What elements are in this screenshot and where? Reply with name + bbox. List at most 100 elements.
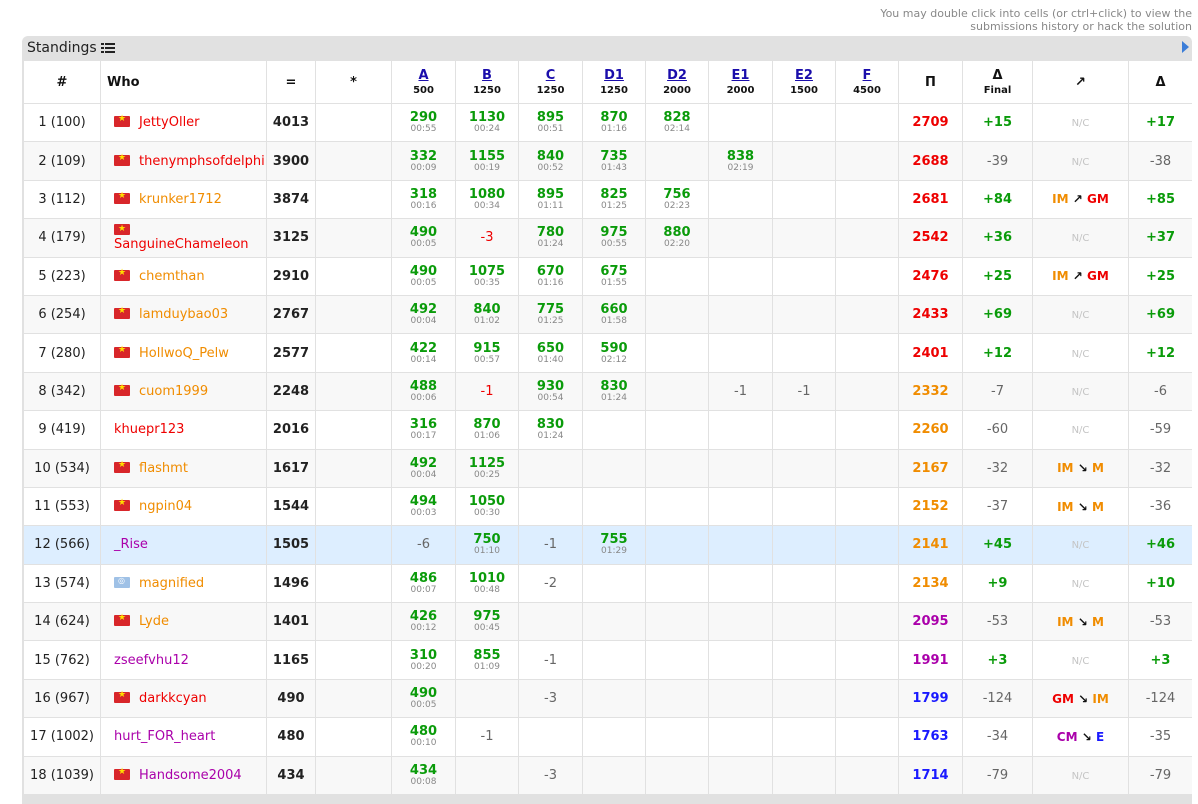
problem-cell[interactable] — [772, 218, 836, 258]
problem-cell[interactable]: 492 00:04 — [391, 294, 456, 335]
problem-cell[interactable] — [708, 486, 773, 527]
problem-cell[interactable]: -1 — [518, 525, 583, 565]
header-problem-f[interactable]: F 4500 — [835, 60, 899, 104]
problem-cell[interactable] — [772, 602, 836, 642]
problem-cell[interactable] — [772, 102, 836, 143]
problem-cell[interactable]: 492 00:04 — [391, 448, 456, 488]
problem-cell[interactable]: 840 00:52 — [518, 141, 583, 181]
hacks-cell[interactable] — [315, 294, 392, 335]
problem-cell[interactable]: 975 00:55 — [582, 218, 646, 258]
hacks-cell[interactable] — [315, 525, 392, 565]
problem-cell[interactable] — [645, 602, 709, 642]
problem-cell[interactable]: 828 02:14 — [645, 102, 709, 143]
hacks-cell[interactable] — [315, 256, 392, 296]
problem-cell[interactable] — [708, 410, 773, 450]
problem-cell[interactable] — [772, 678, 836, 719]
contestant-link[interactable]: Handsome2004 — [139, 768, 242, 783]
problem-cell[interactable] — [645, 410, 709, 450]
problem-cell[interactable]: 1130 00:24 — [455, 102, 519, 143]
problem-cell[interactable] — [582, 448, 646, 488]
problem-cell[interactable] — [772, 179, 836, 220]
problem-cell[interactable] — [518, 717, 583, 757]
problem-cell[interactable]: 1050 00:30 — [455, 486, 519, 527]
hacks-cell[interactable] — [315, 755, 392, 796]
contestant-link[interactable]: zseefvhu12 — [114, 653, 189, 668]
problem-cell[interactable] — [772, 563, 836, 604]
problem-cell[interactable]: 318 00:16 — [391, 179, 456, 220]
contestant-link[interactable]: ngpin04 — [139, 499, 192, 514]
problem-cell[interactable] — [518, 448, 583, 488]
problem-cell[interactable]: 490 00:05 — [391, 218, 456, 258]
problem-cell[interactable]: 755 01:29 — [582, 525, 646, 565]
contestant-link[interactable]: darkkcyan — [139, 691, 207, 706]
problem-cell[interactable] — [708, 678, 773, 719]
problem-cell[interactable]: 915 00:57 — [455, 333, 519, 373]
problem-cell[interactable] — [772, 448, 836, 488]
problem-cell[interactable] — [708, 717, 773, 757]
problem-cell[interactable]: 930 00:54 — [518, 371, 583, 412]
contestant-link[interactable]: thenymphsofdelphi — [139, 154, 265, 169]
problem-cell[interactable] — [645, 525, 709, 565]
problem-cell[interactable]: 825 01:25 — [582, 179, 646, 220]
problem-cell[interactable] — [645, 448, 709, 488]
problem-cell[interactable] — [582, 755, 646, 796]
problem-cell[interactable]: 316 00:17 — [391, 410, 456, 450]
hacks-cell[interactable] — [315, 602, 392, 642]
problem-cell[interactable] — [835, 755, 899, 796]
problem-cell[interactable]: 480 00:10 — [391, 717, 456, 757]
problem-cell[interactable] — [708, 602, 773, 642]
problem-cell[interactable]: 1010 00:48 — [455, 563, 519, 604]
problem-cell[interactable]: 880 02:20 — [645, 218, 709, 258]
problem-cell[interactable] — [772, 141, 836, 181]
problem-cell[interactable]: 650 01:40 — [518, 333, 583, 373]
problem-cell[interactable] — [582, 602, 646, 642]
problem-cell[interactable]: 1075 00:35 — [455, 256, 519, 296]
problem-cell[interactable] — [582, 563, 646, 604]
hacks-cell[interactable] — [315, 179, 392, 220]
problem-cell[interactable] — [645, 294, 709, 335]
contestant-link[interactable]: SanguineChameleon — [114, 237, 249, 252]
problem-cell[interactable] — [835, 141, 899, 181]
hacks-cell[interactable] — [315, 410, 392, 450]
problem-cell[interactable]: 660 01:58 — [582, 294, 646, 335]
problem-cell[interactable]: 490 00:05 — [391, 256, 456, 296]
problem-cell[interactable] — [835, 640, 899, 680]
problem-cell[interactable] — [645, 141, 709, 181]
problem-cell[interactable] — [772, 294, 836, 335]
problem-cell[interactable]: 775 01:25 — [518, 294, 583, 335]
problem-cell[interactable] — [708, 448, 773, 488]
problem-cell[interactable]: 780 01:24 — [518, 218, 583, 258]
contestant-link[interactable]: cuom1999 — [139, 384, 208, 399]
problem-cell[interactable] — [518, 486, 583, 527]
arrow-right-icon[interactable] — [1182, 41, 1189, 53]
contestant-link[interactable]: lamduybao03 — [139, 307, 228, 322]
problem-cell[interactable]: 895 01:11 — [518, 179, 583, 220]
contestant-link[interactable]: HollwoQ_Pelw — [139, 346, 229, 361]
problem-cell[interactable]: 855 01:09 — [455, 640, 519, 680]
contestant-link[interactable]: magnified — [139, 576, 204, 591]
problem-cell[interactable] — [645, 563, 709, 604]
hacks-cell[interactable] — [315, 563, 392, 604]
problem-cell[interactable]: 735 01:43 — [582, 141, 646, 181]
problem-cell[interactable]: -3 — [518, 678, 583, 719]
problem-cell[interactable] — [835, 717, 899, 757]
problem-cell[interactable]: 488 00:06 — [391, 371, 456, 412]
problem-cell[interactable]: -2 — [518, 563, 583, 604]
problem-cell[interactable]: 840 01:02 — [455, 294, 519, 335]
hacks-cell[interactable] — [315, 218, 392, 258]
problem-cell[interactable] — [835, 448, 899, 488]
problem-cell[interactable] — [772, 640, 836, 680]
problem-cell[interactable]: -1 — [518, 640, 583, 680]
problem-cell[interactable] — [835, 102, 899, 143]
problem-cell[interactable]: 494 00:03 — [391, 486, 456, 527]
contestant-link[interactable]: khuepr123 — [114, 422, 184, 437]
problem-cell[interactable] — [835, 563, 899, 604]
problem-cell[interactable] — [582, 678, 646, 719]
contestant-link[interactable]: hurt_FOR_heart — [114, 729, 215, 744]
header-problem-c[interactable]: C 1250 — [518, 60, 583, 104]
problem-cell[interactable] — [772, 256, 836, 296]
contestant-link[interactable]: chemthan — [139, 269, 205, 284]
problem-cell[interactable] — [772, 486, 836, 527]
problem-cell[interactable]: 830 01:24 — [582, 371, 646, 412]
hacks-cell[interactable] — [315, 102, 392, 143]
